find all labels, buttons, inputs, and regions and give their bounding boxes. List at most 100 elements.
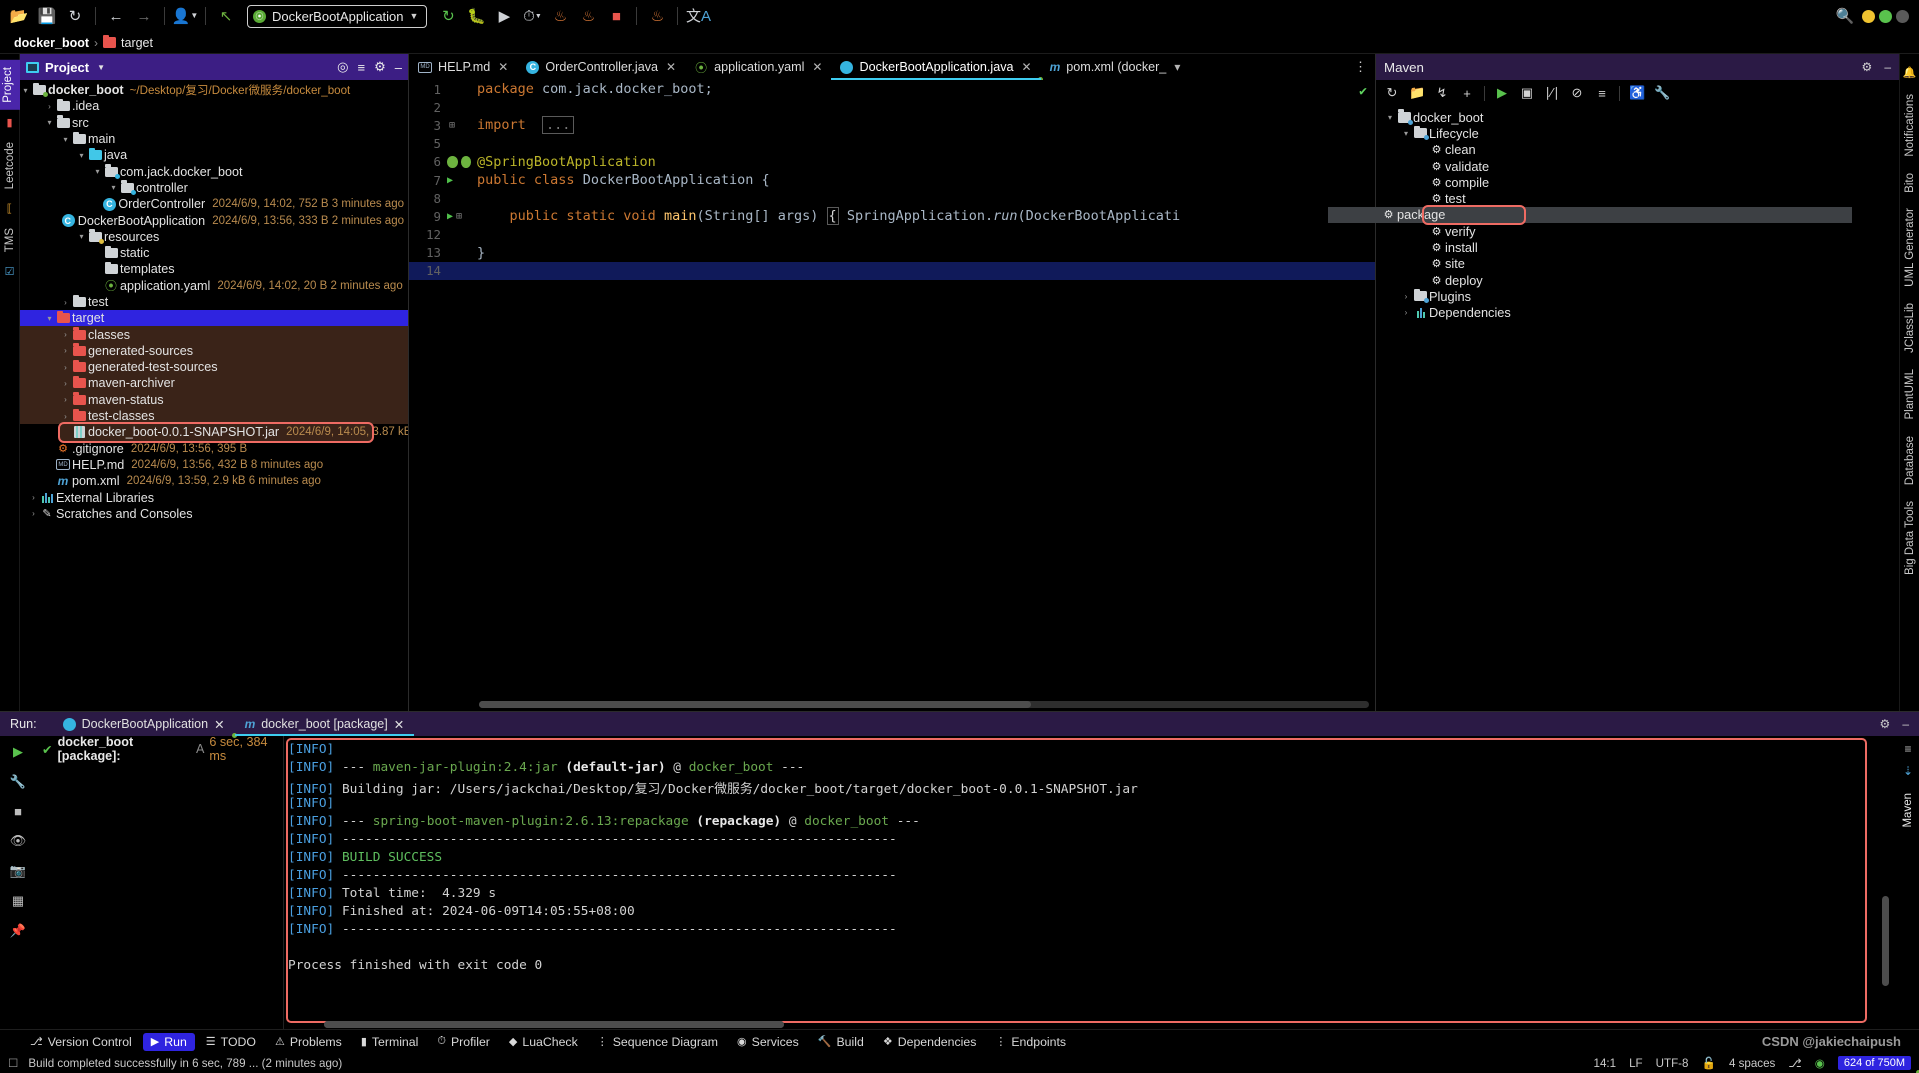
toolwindow-button-run[interactable]: ▶ Run [142, 1032, 195, 1051]
run-tab[interactable]: m docker_boot [package] ✕ [234, 712, 415, 736]
chevron-right-icon[interactable]: › [60, 379, 71, 388]
toolwindow-button-profiler[interactable]: ⏱ Profiler [429, 1033, 498, 1051]
sidebar-item-plantuml[interactable]: PlantUML [1902, 362, 1918, 427]
toolwindow-button-todo[interactable]: ☰ TODO [198, 1033, 264, 1051]
run-icon[interactable]: ▶ [1494, 85, 1510, 101]
caret-position[interactable]: 14:1 [1594, 1057, 1617, 1070]
run-result-tree[interactable]: ✔ docker_boot [package]: A 6 sec, 384 ms [36, 735, 284, 1029]
pin-icon[interactable]: 📌 [10, 923, 26, 939]
stop-icon[interactable]: ■ [14, 804, 22, 819]
add-icon[interactable]: + [1459, 86, 1475, 101]
tree-row-root[interactable]: ▾ docker_boot ~/Desktop/复习/Docker微服务/doc… [20, 82, 408, 98]
tree-row[interactable]: static [20, 245, 408, 261]
console-horizontal-scrollbar[interactable] [324, 1021, 784, 1028]
maven-tree-row[interactable]: ⚙ package [1328, 206, 1852, 224]
editor-tab[interactable]: MD HELP.md ✕ [409, 54, 517, 80]
chevron-down-icon[interactable]: ▾ [76, 232, 87, 241]
maven-tree-row[interactable]: ⚙ site [1376, 256, 1899, 272]
tree-row[interactable]: › generated-sources [20, 342, 408, 360]
search-icon[interactable]: 🔍 [1832, 4, 1858, 28]
chevron-down-icon[interactable]: ▾ [1400, 129, 1412, 138]
chevron-down-icon[interactable]: ▾ [1384, 113, 1396, 122]
toggle-offline-icon[interactable]: ⊘ [1569, 85, 1585, 101]
run-with-coverage-icon[interactable]: ▶ [491, 4, 517, 28]
console-output[interactable]: [INFO] [INFO] --- maven-jar-plugin:2.4:ja… [284, 736, 1897, 1029]
editor-horizontal-scrollbar[interactable] [479, 701, 1369, 708]
memory-indicator[interactable]: 624 of 750M [1837, 1056, 1911, 1070]
fold-icon[interactable]: ⊞ [447, 120, 457, 131]
close-icon[interactable]: ✕ [1022, 60, 1032, 74]
run-gutter-icon[interactable]: ▶ [447, 211, 453, 222]
inspection-icon[interactable]: ◉ [1815, 1056, 1825, 1070]
tree-row[interactable]: C OrderController 2024/6/9, 14:02, 752 B 3… [20, 196, 408, 212]
chevron-down-icon[interactable]: ▼ [97, 63, 105, 72]
settings-gear-icon[interactable]: ⚙ [1880, 717, 1891, 731]
maven-tree-row[interactable]: ⚙ verify [1376, 223, 1899, 239]
maven-tree-row[interactable]: ⚙ install [1376, 239, 1899, 255]
chevron-down-icon[interactable]: ▾ [44, 314, 55, 323]
sidebar-item-bito[interactable]: Bito [1902, 166, 1918, 200]
chevron-right-icon[interactable]: › [60, 346, 71, 355]
tree-row[interactable]: C DockerBootApplication 2024/6/9, 13:56, 3… [20, 212, 1919, 1073]
toolwindow-button-sequence-diagram[interactable]: ⋮ Sequence Diagram [589, 1033, 726, 1051]
settings-gear-icon[interactable]: ⚙ [374, 59, 386, 75]
hide-panel-icon[interactable]: ‒ [1884, 60, 1891, 74]
tree-row[interactable]: › External Libraries [20, 489, 408, 505]
leetcode-icon[interactable]: ⟦ [7, 202, 12, 215]
project-files-icon[interactable]: ▮ [6, 116, 12, 129]
skip-tests-icon[interactable]: ∣⁄∣ [1544, 85, 1560, 101]
translate-icon[interactable]: 文A [685, 4, 711, 28]
chevron-right-icon[interactable]: › [60, 330, 71, 339]
console-vertical-scrollbar[interactable] [1882, 896, 1889, 986]
notifications-icon[interactable]: 🔔 [1903, 66, 1917, 79]
tree-row[interactable]: › ✎ Scratches and Consoles [20, 506, 408, 522]
minimize-dot[interactable] [1862, 9, 1875, 23]
project-tree[interactable]: ▾ docker_boot ~/Desktop/复习/Docker微服务/doc… [20, 80, 1919, 1073]
tree-row[interactable]: ▾ main [20, 131, 408, 147]
tree-row[interactable]: › .idea [20, 98, 408, 114]
close-dot[interactable] [1896, 9, 1909, 23]
maven-tree[interactable]: ▾ docker_boot ▾ Lifecycle ⚙ clean ⚙ validate ⚙ co… [1328, 106, 1899, 711]
sidebar-item-uml-generator[interactable]: UML Generator [1902, 201, 1918, 294]
chevron-down-icon[interactable]: ▾ [92, 167, 103, 176]
spring-bean-icon[interactable] [460, 155, 471, 168]
chevron-right-icon[interactable]: › [60, 363, 71, 372]
tree-row[interactable]: ⚙ .gitignore 2024/6/9, 13:56, 395 B [20, 441, 408, 457]
close-icon[interactable]: ✕ [498, 60, 508, 74]
maven-tree-row[interactable]: › Plugins [1376, 288, 1899, 304]
hide-panel-icon[interactable]: ‒ [395, 60, 402, 75]
chevron-right-icon[interactable]: › [1400, 292, 1412, 301]
tree-row[interactable]: templates [20, 261, 408, 277]
soft-wrap-icon[interactable]: ≡ [1904, 742, 1911, 756]
more-options-icon[interactable]: ⋮ [1354, 59, 1367, 75]
collapse-all-icon[interactable]: ≡ [358, 60, 366, 75]
sidebar-item-notifications[interactable]: Notifications [1902, 87, 1918, 164]
line-separator[interactable]: LF [1629, 1057, 1643, 1070]
editor-tab[interactable]: C OrderController.java ✕ [517, 54, 685, 80]
maximize-dot[interactable] [1879, 9, 1892, 23]
maven-tree-row[interactable]: ⚙ deploy [1376, 272, 1899, 288]
rerun-icon[interactable]: ↻ [435, 4, 461, 28]
maven-tree-row[interactable]: ⚙ validate [1376, 158, 1899, 174]
tree-row[interactable]: MD HELP.md 2024/6/9, 13:56, 432 B 8 minute… [20, 457, 408, 473]
toolwindow-button-services[interactable]: ◉ Services [729, 1033, 807, 1051]
toolwindow-button-terminal[interactable]: ▮ Terminal [353, 1033, 427, 1051]
tree-row[interactable]: › test-classes [20, 407, 408, 425]
sidebar-item-database[interactable]: Database [1902, 429, 1918, 492]
chevron-down-icon[interactable]: ▾ [20, 86, 31, 95]
camera-icon[interactable]: 📷 [10, 863, 26, 879]
tree-row[interactable]: ▾ java [20, 147, 408, 163]
editor-tab[interactable]: DockerBootApplication.java ✕ [831, 54, 1043, 82]
close-icon[interactable]: ✕ [666, 60, 676, 74]
run-configuration-selector[interactable]: ⦿ DockerBootApplication ▼ [247, 4, 428, 28]
run-tree-node[interactable]: ✔ docker_boot [package]: A 6 sec, 384 ms [36, 735, 283, 763]
sidebar-item-jclasslib[interactable]: JClassLib [1902, 296, 1918, 360]
chevron-right-icon[interactable]: › [1400, 308, 1412, 317]
profiler-icon[interactable]: ♿ [1629, 85, 1645, 101]
tree-row[interactable]: ▾ resources [20, 229, 408, 245]
toolwindow-button-luacheck[interactable]: ◆ LuaCheck [501, 1033, 586, 1051]
debug-icon[interactable]: 🐛 [463, 4, 489, 28]
wrench-icon[interactable]: 🔧 [10, 774, 26, 790]
sync-icon[interactable]: ↻ [62, 4, 88, 28]
close-icon[interactable]: ✕ [214, 717, 224, 732]
